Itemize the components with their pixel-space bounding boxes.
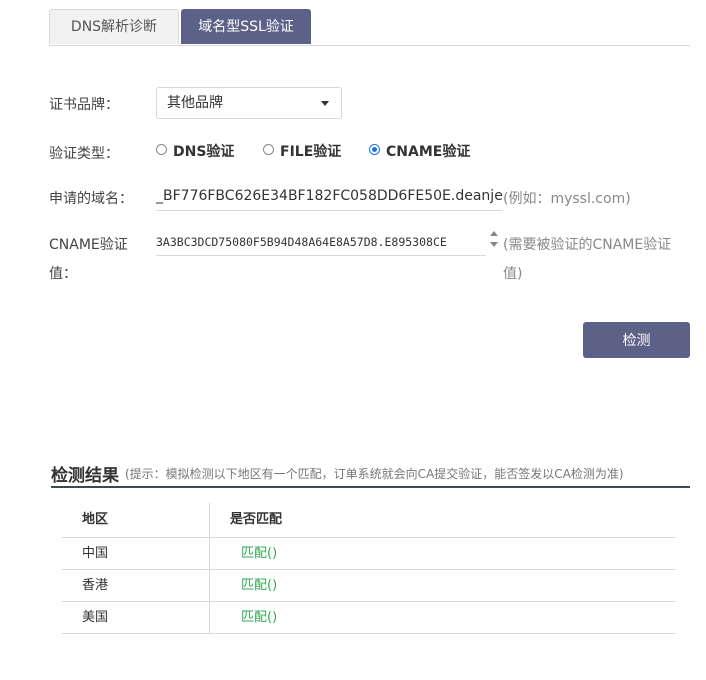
radio-dns-circle[interactable] [156, 144, 167, 155]
tab-ssl-verification[interactable]: 域名型SSL验证 [181, 9, 311, 44]
region-cell: 香港 [82, 578, 109, 593]
table-row: 美国 匹配() [62, 602, 676, 634]
domain-input[interactable] [156, 181, 503, 211]
check-button[interactable]: 检测 [583, 322, 690, 358]
region-cell: 美国 [82, 610, 109, 625]
radio-cname-label: CNAME验证 [386, 144, 471, 160]
cname-label-line2: 值： [49, 266, 77, 282]
cname-hint-line1: (需要被验证的CNAME验证 [503, 237, 672, 253]
radio-file-circle[interactable] [263, 144, 274, 155]
cname-hint-line2: 值) [503, 266, 523, 282]
spin-up-icon[interactable] [490, 231, 498, 236]
verify-type-label: 验证类型： [49, 146, 119, 162]
domain-label: 申请的域名： [49, 191, 133, 207]
result-note: (提示：模拟检测以下地区有一个匹配，订单系统就会向CA提交验证，能否签发以CA检… [125, 467, 624, 481]
brand-select[interactable]: 其他品牌 [156, 87, 342, 119]
brand-select-value: 其他品牌 [167, 95, 223, 111]
table-row: 香港 匹配() [62, 570, 676, 602]
spin-down-icon[interactable] [490, 242, 498, 247]
domain-hint: (例如：myssl.com) [503, 191, 631, 207]
radio-cname-circle[interactable] [369, 144, 380, 155]
match-cell: 匹配() [241, 546, 278, 561]
match-cell: 匹配() [241, 610, 278, 625]
region-cell: 中国 [82, 546, 109, 561]
result-header: 检测结果 (提示：模拟检测以下地区有一个匹配，订单系统就会向CA提交验证，能否签… [51, 458, 690, 488]
cname-spinner[interactable] [487, 228, 502, 253]
tab-bar: DNS解析诊断 域名型SSL验证 [49, 9, 690, 46]
column-header-region: 地区 [82, 512, 109, 527]
result-title: 检测结果 [51, 466, 119, 486]
radio-file-label: FILE验证 [280, 144, 342, 160]
cname-label-line1: CNAME验证 [49, 237, 128, 253]
table-header-row: 地区 是否匹配 [62, 503, 676, 538]
radio-dns-label: DNS验证 [173, 144, 235, 160]
brand-label: 证书品牌： [49, 97, 119, 113]
cname-input[interactable] [156, 228, 486, 256]
tab-dns-diagnosis[interactable]: DNS解析诊断 [49, 9, 179, 44]
table-row: 中国 匹配() [62, 538, 676, 570]
chevron-down-icon [321, 101, 329, 106]
column-header-match: 是否匹配 [230, 512, 283, 527]
match-cell: 匹配() [241, 578, 278, 593]
